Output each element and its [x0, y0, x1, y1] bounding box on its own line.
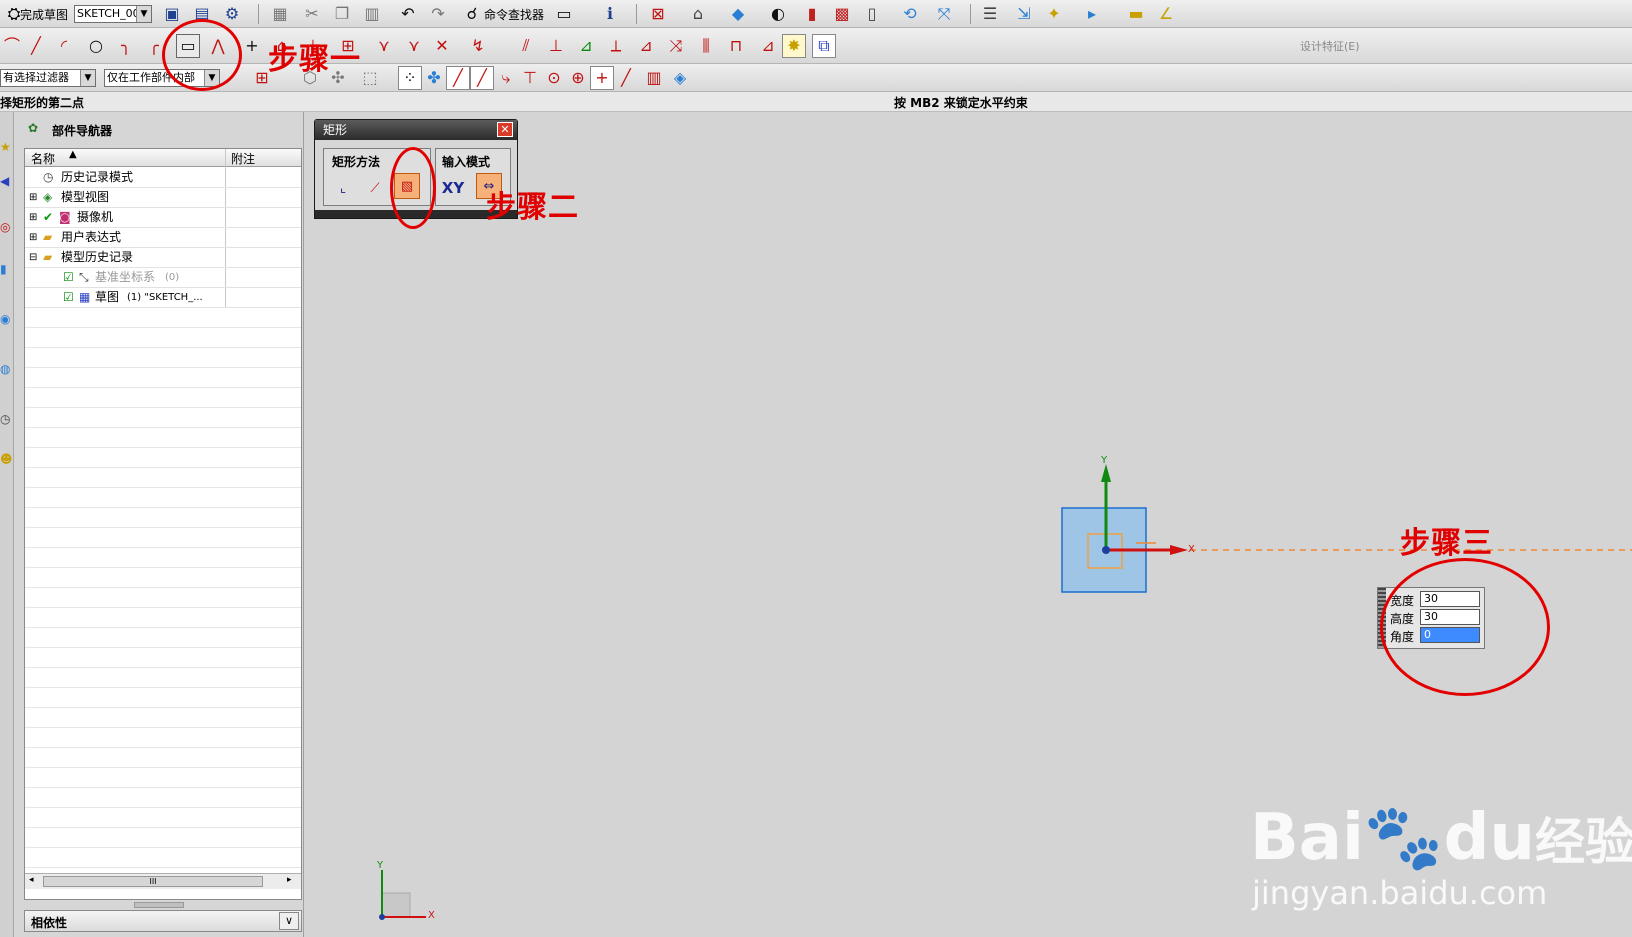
step2-label: 步骤二: [486, 190, 579, 225]
triad-origin: [379, 914, 385, 920]
triad-x-label: X: [428, 910, 435, 921]
xy-mode-button[interactable]: XY: [440, 175, 466, 201]
three-point-rect-icon[interactable]: ⟋: [362, 175, 388, 201]
watermark-bai: Bai: [1250, 801, 1364, 875]
two-point-rect-icon[interactable]: ⌞: [330, 175, 356, 201]
y-axis-arrow: [1101, 464, 1111, 482]
watermark-du: du: [1443, 801, 1535, 875]
step3-label: 步骤三: [1400, 526, 1493, 561]
step2-circle: [390, 147, 436, 229]
paw-icon: 🐾: [1363, 801, 1444, 875]
triad-y-label: Y: [377, 860, 384, 871]
method-label: 矩形方法: [332, 155, 381, 169]
step3-circle: [1380, 558, 1550, 696]
triad-plane: [381, 892, 411, 918]
step1-circle: [162, 19, 242, 91]
y-axis-label: Y: [1101, 455, 1108, 466]
canvas-overlay: [379, 464, 1632, 920]
watermark-brand: Bai🐾du经验: [1250, 800, 1632, 875]
origin-point: [1102, 546, 1110, 554]
x-axis-label: X: [1188, 544, 1195, 555]
watermark-cn: 经验: [1534, 813, 1632, 871]
watermark-url: jingyan.baidu.com: [1252, 874, 1548, 912]
step1-label: 步骤一: [268, 42, 361, 77]
dialog-title: 矩形: [323, 123, 348, 137]
close-icon[interactable]: ✕: [497, 122, 513, 137]
x-axis-arrow: [1170, 545, 1188, 555]
dialog-title-bar[interactable]: 矩形 ✕: [315, 120, 517, 140]
input-mode-label: 输入模式: [442, 155, 491, 169]
